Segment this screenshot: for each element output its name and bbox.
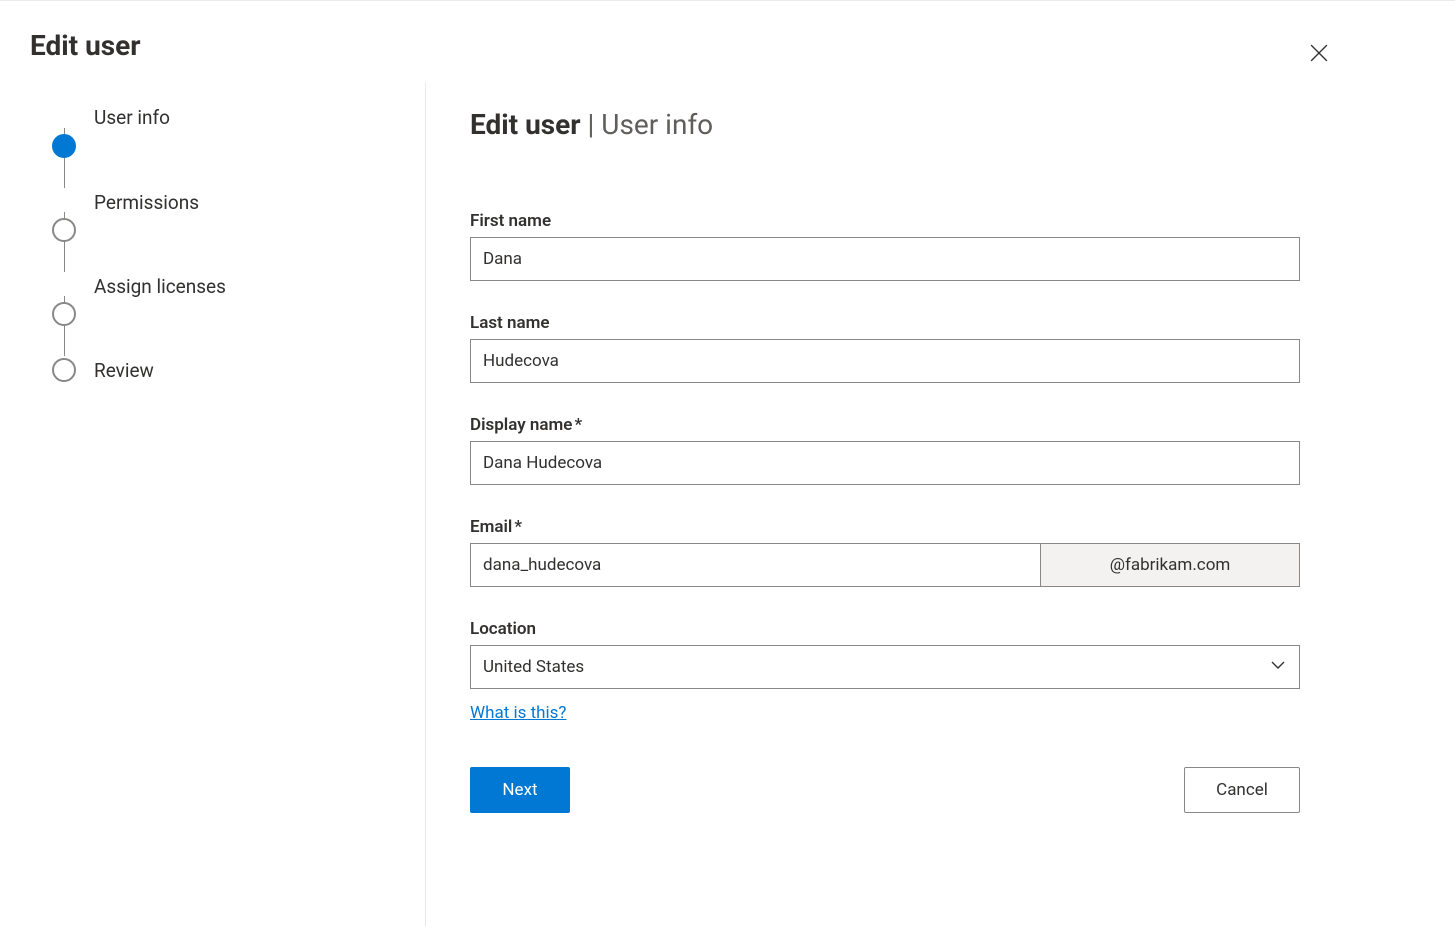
step-indicator-icon (52, 218, 76, 242)
step-label: User info (94, 106, 170, 129)
field-last-name: Last name (470, 313, 1305, 383)
step-label: Review (94, 359, 154, 382)
close-icon (1310, 44, 1328, 66)
step-indicator-icon (52, 134, 76, 158)
step-indicator-icon (52, 302, 76, 326)
email-label: Email* (470, 517, 1305, 537)
step-indicator-icon (52, 358, 76, 382)
field-first-name: First name (470, 211, 1305, 281)
step-assign-licenses[interactable]: Assign licenses (52, 272, 425, 356)
display-name-input[interactable] (470, 441, 1300, 485)
last-name-label: Last name (470, 313, 1305, 333)
email-domain-suffix[interactable]: @fabrikam.com (1040, 543, 1300, 587)
first-name-label: First name (470, 211, 1305, 231)
step-label: Assign licenses (94, 275, 226, 298)
required-asterisk: * (514, 517, 522, 537)
required-asterisk: * (574, 415, 582, 435)
location-select[interactable]: United States (470, 645, 1300, 689)
main-content: Edit user | User info First name Last na… (425, 82, 1455, 926)
field-email: Email* @fabrikam.com (470, 517, 1305, 587)
location-help-link[interactable]: What is this? (470, 703, 566, 723)
page-title: Edit user | User info (470, 108, 1305, 141)
field-location: Location United States What is this? (470, 619, 1305, 723)
email-input[interactable] (470, 543, 1040, 587)
panel-title: Edit user (30, 29, 141, 62)
step-label: Permissions (94, 191, 199, 214)
form-actions: Next Cancel (470, 767, 1300, 813)
step-permissions[interactable]: Permissions (52, 188, 425, 272)
location-label: Location (470, 619, 1305, 639)
display-name-label: Display name* (470, 415, 1305, 435)
cancel-button[interactable]: Cancel (1184, 767, 1300, 813)
close-button[interactable] (1303, 39, 1335, 71)
field-display-name: Display name* (470, 415, 1305, 485)
wizard-steps-nav: User info Permissions Assign licenses (0, 82, 425, 926)
step-review[interactable]: Review (52, 356, 425, 384)
first-name-input[interactable] (470, 237, 1300, 281)
step-user-info[interactable]: User info (52, 104, 425, 188)
last-name-input[interactable] (470, 339, 1300, 383)
next-button[interactable]: Next (470, 767, 570, 813)
